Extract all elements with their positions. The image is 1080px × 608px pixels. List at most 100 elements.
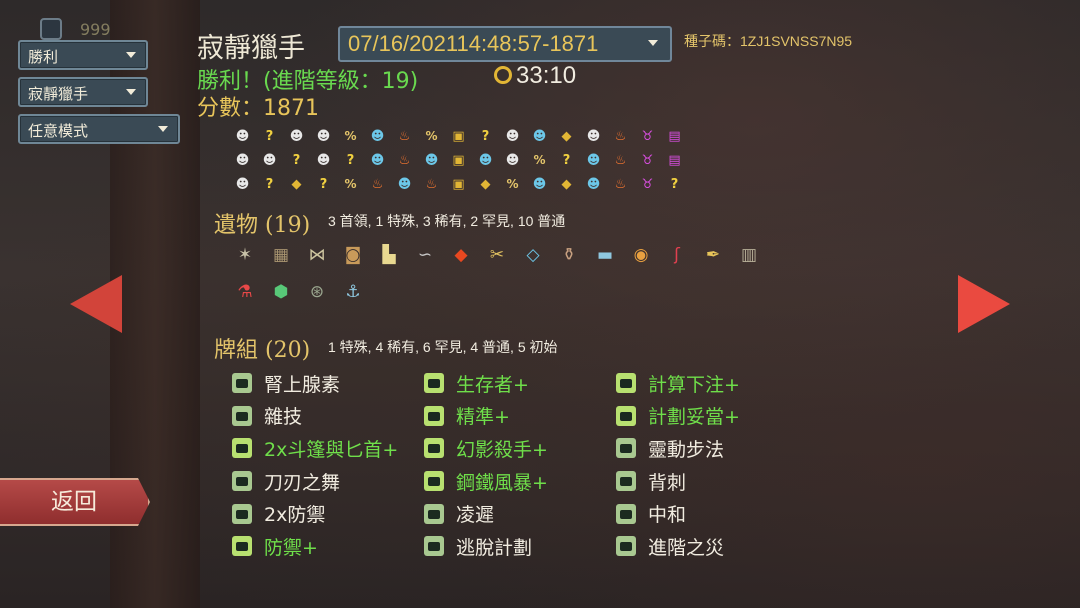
rest-node-icon[interactable]: ♨ bbox=[611, 175, 630, 194]
war-paint-wood-relic-icon[interactable]: ▦ bbox=[266, 240, 296, 270]
deck-card[interactable]: 鋼鐵風暴+ bbox=[424, 465, 548, 498]
tungsten-rod-relic-icon[interactable]: ▬ bbox=[590, 240, 620, 270]
potion-belt-relic-icon[interactable]: ⚗ bbox=[230, 277, 260, 307]
vase-relic-icon[interactable]: ⚱ bbox=[554, 240, 584, 270]
treasure-node-icon[interactable]: ▣ bbox=[449, 175, 468, 194]
run-select-dropdown[interactable]: 07/16/202114:48:57-1871 bbox=[338, 26, 672, 62]
elite-node-icon[interactable]: ☻ bbox=[584, 175, 603, 194]
gold-node-icon[interactable]: ◆ bbox=[557, 127, 576, 146]
elite-node-icon[interactable]: ☻ bbox=[584, 151, 603, 170]
deck-card[interactable]: 計劃妥當+ bbox=[616, 400, 740, 433]
monster-node-icon[interactable]: ☻ bbox=[314, 151, 333, 170]
elite-node-icon[interactable]: ☻ bbox=[530, 175, 549, 194]
rest-node-icon[interactable]: ♨ bbox=[368, 175, 387, 194]
unknown-node-icon[interactable]: ? bbox=[314, 175, 333, 194]
elite-node-icon[interactable]: ☻ bbox=[530, 127, 549, 146]
monster-node-icon[interactable]: ☻ bbox=[260, 151, 279, 170]
treasure-node-icon[interactable]: ▣ bbox=[449, 151, 468, 170]
unknown-node-icon[interactable]: ? bbox=[287, 151, 306, 170]
elite-node-icon[interactable]: ☻ bbox=[368, 151, 387, 170]
result-filter-dropdown[interactable]: 勝利 bbox=[18, 40, 148, 70]
gold-node-icon[interactable]: ◆ bbox=[287, 175, 306, 194]
kunai-relic-icon[interactable]: ▙ bbox=[374, 240, 404, 270]
red-gem-relic-icon[interactable]: ◆ bbox=[446, 240, 476, 270]
monster-node-icon[interactable]: ☻ bbox=[584, 127, 603, 146]
rest-node-icon[interactable]: ♨ bbox=[611, 127, 630, 146]
monster-node-icon[interactable]: ☻ bbox=[233, 127, 252, 146]
ornamental-fan-relic-icon[interactable]: ◇ bbox=[518, 240, 548, 270]
nilrys-codex-relic-icon[interactable]: ◉ bbox=[626, 240, 656, 270]
chest-node-icon[interactable]: ▤ bbox=[665, 127, 684, 146]
bird-cage-relic-icon[interactable]: ▥ bbox=[734, 240, 764, 270]
lantern-relic-icon[interactable]: ⬢ bbox=[266, 277, 296, 307]
deck-card[interactable]: 雜技 bbox=[232, 400, 398, 433]
deck-card[interactable]: 腎上腺素 bbox=[232, 367, 398, 400]
elite-node-icon[interactable]: ☻ bbox=[476, 151, 495, 170]
unknown-node-icon[interactable]: ? bbox=[341, 151, 360, 170]
deck-card[interactable]: 逃脫計劃 bbox=[424, 530, 548, 563]
boss-node-icon[interactable]: ♉ bbox=[638, 151, 657, 170]
anchor-relic-icon[interactable]: ⚓ bbox=[338, 277, 368, 307]
monster-node-icon[interactable]: ☻ bbox=[233, 151, 252, 170]
chevron-down-icon bbox=[648, 40, 658, 46]
run-time-value: 33:10 bbox=[516, 62, 577, 89]
deck-card-name: 進階之災 bbox=[648, 536, 725, 559]
deck-card[interactable]: 生存者+ bbox=[424, 367, 548, 400]
previous-run-arrow-icon[interactable] bbox=[70, 275, 122, 333]
bag-of-preparation-relic-icon[interactable]: ◙ bbox=[338, 240, 368, 270]
monster-unknown-node-icon[interactable]: % bbox=[422, 127, 441, 146]
unknown-node-icon[interactable]: ? bbox=[665, 175, 684, 194]
unknown-node-icon[interactable]: ? bbox=[557, 151, 576, 170]
rest-node-icon[interactable]: ♨ bbox=[422, 175, 441, 194]
whetstone-bridge-relic-icon[interactable]: ⋈ bbox=[302, 240, 332, 270]
monster-node-icon[interactable]: ☻ bbox=[287, 127, 306, 146]
deck-card[interactable]: 防禦+ bbox=[232, 530, 398, 563]
deck-column: 腎上腺素 雜技 2x斗篷與匕首+ 刀刃之舞 2x防禦 防禦+ bbox=[232, 367, 398, 563]
boss-node-icon[interactable]: ♉ bbox=[638, 175, 657, 194]
monster-node-icon[interactable]: ☻ bbox=[503, 127, 522, 146]
monster-node-icon[interactable]: ☻ bbox=[314, 127, 333, 146]
ninja-scroll-relic-icon[interactable]: ✶ bbox=[230, 240, 260, 270]
back-button[interactable]: 返回 bbox=[0, 478, 150, 526]
rest-node-icon[interactable]: ♨ bbox=[611, 151, 630, 170]
monster-unknown-node-icon[interactable]: % bbox=[503, 175, 522, 194]
chest-node-icon[interactable]: ▤ bbox=[665, 151, 684, 170]
deck-card[interactable]: 中和 bbox=[616, 497, 740, 530]
mode-filter-dropdown[interactable]: 任意模式 bbox=[18, 114, 180, 144]
treasure-node-icon[interactable]: ▣ bbox=[449, 127, 468, 146]
deck-card[interactable]: 精準+ bbox=[424, 400, 548, 433]
deck-card[interactable]: 凌遲 bbox=[424, 497, 548, 530]
elite-node-icon[interactable]: ☻ bbox=[395, 175, 414, 194]
gold-node-icon[interactable]: ◆ bbox=[476, 175, 495, 194]
snecko-relic-icon[interactable]: ∽ bbox=[410, 240, 440, 270]
horn-relic-icon[interactable]: ʃ bbox=[662, 240, 692, 270]
boss-node-icon[interactable]: ♉ bbox=[638, 127, 657, 146]
deck-card[interactable]: 2x斗篷與匕首+ bbox=[232, 432, 398, 465]
pen-nib-relic-icon[interactable]: ✒ bbox=[698, 240, 728, 270]
shop-unknown-node-icon[interactable]: % bbox=[341, 175, 360, 194]
deck-card[interactable]: 計算下注+ bbox=[616, 367, 740, 400]
monster-node-icon[interactable]: ☻ bbox=[503, 151, 522, 170]
deck-card[interactable]: 背刺 bbox=[616, 465, 740, 498]
wrist-blade-relic-icon[interactable]: ✂ bbox=[482, 240, 512, 270]
tingsha-relic-icon[interactable]: ⊛ bbox=[302, 277, 332, 307]
unknown-node-icon[interactable]: ? bbox=[476, 127, 495, 146]
deck-card[interactable]: 靈動步法 bbox=[616, 432, 740, 465]
rest-node-icon[interactable]: ♨ bbox=[395, 151, 414, 170]
deck-card[interactable]: 幻影殺手+ bbox=[424, 432, 548, 465]
gold-node-icon[interactable]: ◆ bbox=[557, 175, 576, 194]
unknown-node-icon[interactable]: ? bbox=[260, 127, 279, 146]
deck-card[interactable]: 刀刃之舞 bbox=[232, 465, 398, 498]
shop-unknown-node-icon[interactable]: % bbox=[341, 127, 360, 146]
unknown-node-icon[interactable]: ? bbox=[260, 175, 279, 194]
shop-unknown-node-icon[interactable]: % bbox=[530, 151, 549, 170]
character-filter-dropdown[interactable]: 寂靜獵手 bbox=[18, 77, 148, 107]
deck-card[interactable]: 進階之災 bbox=[616, 530, 740, 563]
rest-node-icon[interactable]: ♨ bbox=[395, 127, 414, 146]
deck-card[interactable]: 2x防禦 bbox=[232, 497, 398, 530]
monster-node-icon[interactable]: ☻ bbox=[233, 175, 252, 194]
elite-node-icon[interactable]: ☻ bbox=[368, 127, 387, 146]
elite-node-icon[interactable]: ☻ bbox=[422, 151, 441, 170]
next-run-arrow-icon[interactable] bbox=[958, 275, 1010, 333]
card-type-icon bbox=[232, 536, 252, 557]
